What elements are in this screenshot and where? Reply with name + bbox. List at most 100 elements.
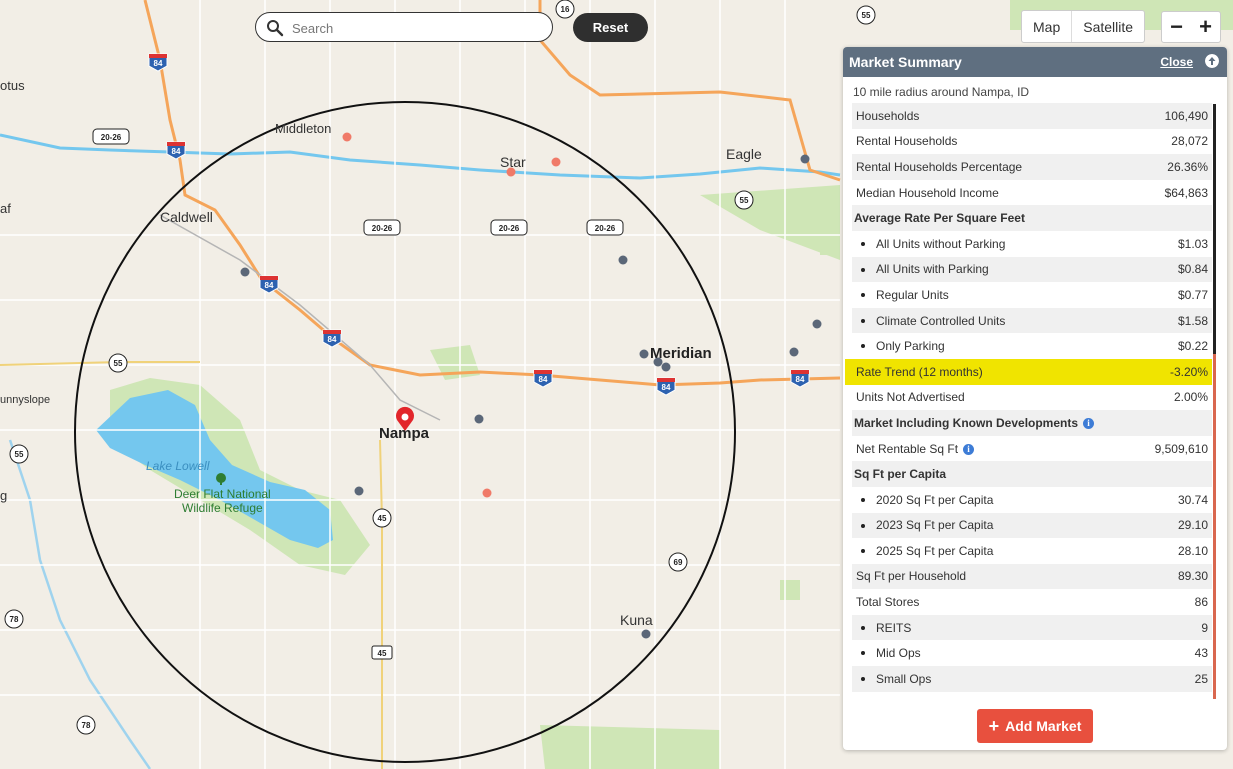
table-row: All Units without Parking $1.03 [852,231,1212,257]
panel-subtitle: 10 mile radius around Nampa, ID [853,85,1030,99]
label-nampa: Nampa [379,425,430,442]
svg-text:78: 78 [10,615,19,624]
summary-table: Households 106,490 Rental Households 28,07… [845,103,1212,692]
table-row: Mid Ops 43 [852,640,1212,666]
facility-marker [618,255,628,265]
label-middleton: Middleton [275,121,331,136]
svg-text:55: 55 [740,196,749,205]
table-row: All Units with Parking $0.84 [852,256,1212,283]
bullet-icon [861,241,865,246]
info-icon[interactable]: i [963,443,975,455]
label-lake-lowell: Lake Lowell [146,459,210,473]
svg-text:45: 45 [378,514,387,523]
facility-marker [551,157,561,167]
table-row: Only Parking $0.22 [852,333,1212,359]
label-g: g [0,488,7,503]
market-summary-panel: Market Summary Close 10 mile radius arou… [843,47,1227,750]
svg-text:45: 45 [378,649,387,658]
bullet-icon [861,497,865,502]
facility-marker [482,488,492,498]
label-refuge-1: Deer Flat National [174,487,271,501]
svg-text:84: 84 [796,375,805,384]
label-kuna: Kuna [620,612,653,628]
facility-marker [240,267,250,277]
svg-text:55: 55 [15,450,24,459]
zoom-out-button[interactable]: − [1162,12,1191,42]
info-icon[interactable]: i [1083,418,1095,430]
table-row: Net Rentable Sq Ft i 9,509,610 [856,441,1208,456]
table-row: REITS 9 [852,614,1212,641]
close-link[interactable]: Close [1160,55,1193,69]
add-market-label: Add Market [1005,718,1082,734]
svg-text:20-26: 20-26 [499,224,520,233]
zoom-controls: − + [1161,11,1221,43]
facility-marker [789,347,799,357]
section-heading: Sq Ft per Capita [852,461,1212,487]
label-meridian: Meridian [650,345,712,362]
bullet-icon [861,523,865,528]
svg-text:20-26: 20-26 [372,224,393,233]
svg-text:20-26: 20-26 [595,224,616,233]
svg-text:84: 84 [265,281,274,290]
map-type-satellite-button[interactable]: Satellite [1072,11,1144,42]
bullet-icon [861,267,865,272]
svg-text:55: 55 [114,359,123,368]
table-row: 2023 Sq Ft per Capita 29.10 [852,512,1212,539]
panel-title: Market Summary [849,54,962,70]
svg-text:84: 84 [328,335,337,344]
table-row: Rental Households Percentage 26.36% [852,154,1212,180]
table-row: Total Stores 86 [856,595,1208,610]
bullet-icon [861,625,865,630]
table-row: Households 106,490 [852,103,1212,129]
table-row: 2020 Sq Ft per Capita 30.74 [852,487,1212,513]
label-af: af [0,201,11,216]
table-row: Climate Controlled Units $1.58 [852,307,1212,334]
table-row: Regular Units $0.77 [852,282,1212,308]
label-sunnyslope: unnyslope [0,394,50,406]
facility-marker [641,629,651,639]
search-bar[interactable] [255,12,553,42]
svg-text:55: 55 [862,11,871,20]
table-row: Units Not Advertised 2.00% [856,390,1208,405]
table-row: Median Household Income $64,863 [856,185,1208,200]
zoom-in-button[interactable]: + [1191,12,1220,42]
table-row: 2025 Sq Ft per Capita 28.10 [852,538,1212,564]
svg-text:84: 84 [539,375,548,384]
label-caldwell: Caldwell [160,209,213,225]
table-row: Rental Households 28,072 [856,134,1208,149]
svg-text:16: 16 [561,5,570,14]
facility-marker [800,154,810,164]
search-input[interactable] [290,17,544,39]
bullet-icon [861,318,865,323]
panel-header: Market Summary Close [843,47,1227,77]
reset-button[interactable]: Reset [573,13,648,42]
section-heading: Average Rate Per Square Feet [852,205,1212,231]
section-heading: Market Including Known Developments i [852,410,1212,436]
svg-text:84: 84 [662,383,671,392]
search-icon [267,20,284,37]
facility-marker [812,319,822,329]
label-eagle: Eagle [726,146,762,162]
svg-text:20-26: 20-26 [101,133,122,142]
facility-marker [661,362,671,372]
facility-marker [354,486,364,496]
svg-text:84: 84 [172,147,181,156]
table-row: Sq Ft per Household 89.30 [852,563,1212,590]
scrollbar[interactable] [1213,104,1216,354]
scrollbar-track[interactable] [1213,354,1216,699]
svg-text:84: 84 [154,59,163,68]
facility-marker [342,132,352,142]
table-row: Small Ops 25 [852,666,1212,692]
collapse-up-icon[interactable] [1205,54,1219,68]
facility-marker [639,349,649,359]
label-refuge-2: Wildlife Refuge [182,501,263,515]
svg-text:69: 69 [674,558,683,567]
svg-text:78: 78 [82,721,91,730]
label-star: Star [500,154,526,170]
plus-icon: + [988,715,1000,736]
map-type-map-button[interactable]: Map [1022,11,1071,42]
label-lotus: otus [0,78,25,93]
facility-marker [474,414,484,424]
add-market-button[interactable]: + Add Market [977,709,1093,743]
rate-trend-row: Rate Trend (12 months) -3.20% [845,358,1212,385]
